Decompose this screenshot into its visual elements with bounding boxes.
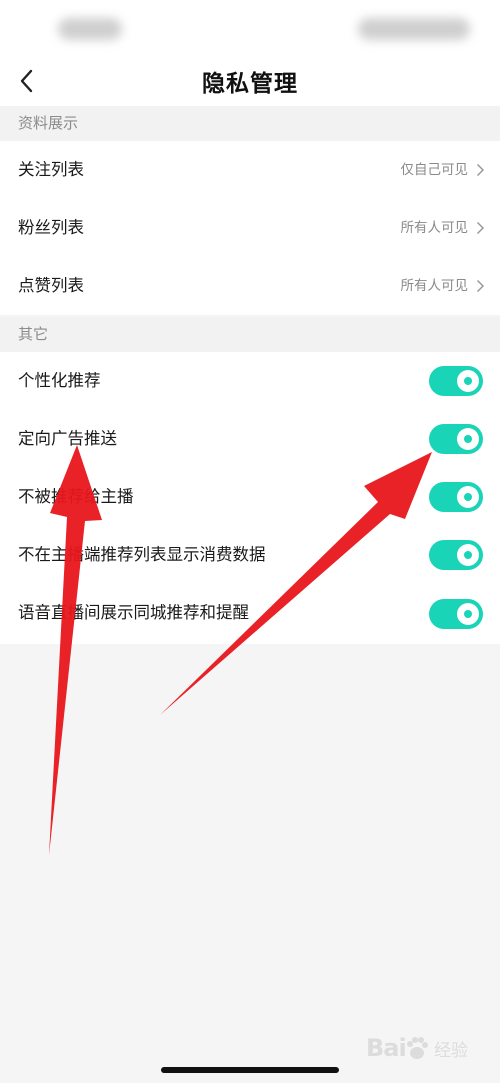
navigation-bar: 隐私管理 (0, 56, 500, 106)
row-fans-list[interactable]: 粉丝列表 所有人可见 (0, 199, 500, 257)
row-label: 语音直播间展示同城推荐和提醒 (18, 603, 249, 622)
page-title: 隐私管理 (202, 71, 298, 97)
row-hide-spending-data: 不在主播端推荐列表显示消费数据 (0, 526, 500, 584)
toggle-switch[interactable] (429, 540, 483, 570)
toggle-switch[interactable] (429, 424, 483, 454)
row-label: 个性化推荐 (18, 371, 101, 390)
row-value: 所有人可见 (400, 220, 469, 236)
toggle-switch[interactable] (429, 599, 483, 629)
row-label: 不在主播端推荐列表显示消费数据 (18, 545, 266, 564)
row-likes-list[interactable]: 点赞列表 所有人可见 (0, 257, 500, 315)
row-targeted-ads: 定向广告推送 (0, 410, 500, 468)
chevron-right-icon (476, 221, 485, 235)
row-value: 仅自己可见 (400, 162, 469, 178)
row-label: 定向广告推送 (18, 429, 117, 448)
chevron-right-icon (476, 279, 485, 293)
row-label: 不被推荐给主播 (18, 487, 134, 506)
chevron-right-icon (476, 163, 485, 177)
row-label: 点赞列表 (18, 276, 84, 295)
row-following-list[interactable]: 关注列表 仅自己可见 (0, 141, 500, 199)
watermark-text: 经验 (434, 1041, 468, 1061)
row-label: 粉丝列表 (18, 218, 84, 237)
paw-icon (407, 1037, 428, 1059)
baidu-jingyan-watermark: Bai 经验 (366, 1032, 486, 1068)
home-indicator (161, 1067, 339, 1073)
watermark-logo: Bai (366, 1034, 407, 1062)
status-indicators-blurred (358, 18, 470, 40)
status-bar (0, 0, 500, 56)
row-value: 所有人可见 (400, 278, 469, 294)
row-label: 关注列表 (18, 160, 84, 179)
row-voice-live-local-recommendation: 语音直播间展示同城推荐和提醒 (0, 584, 500, 644)
section-header-profile-display: 资料展示 (0, 106, 500, 141)
status-time-blurred (58, 18, 122, 40)
section-header-other: 其它 (0, 317, 500, 352)
row-not-recommended-to-host: 不被推荐给主播 (0, 468, 500, 526)
toggle-switch[interactable] (429, 366, 483, 396)
row-personalized-recommendation: 个性化推荐 (0, 352, 500, 410)
toggle-switch[interactable] (429, 482, 483, 512)
